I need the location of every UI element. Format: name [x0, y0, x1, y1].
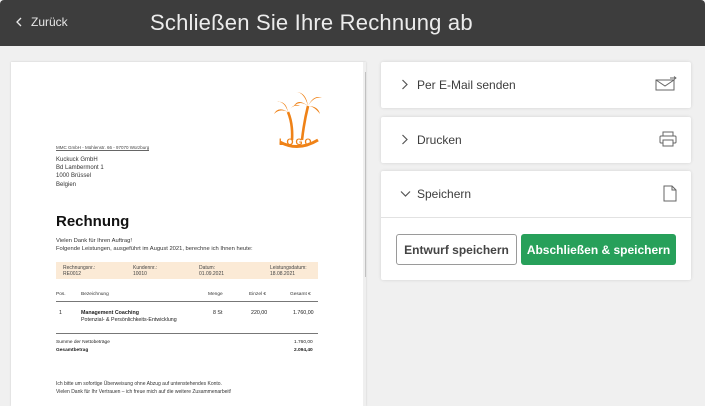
email-option[interactable]: Per E-Mail senden	[381, 62, 691, 108]
finalize-save-button[interactable]: Abschließen & speichern	[521, 234, 676, 265]
item-qty: 8 St	[213, 310, 223, 316]
recipient-line: 1000 Brüssel	[56, 173, 92, 180]
recipient-line: Belgien	[56, 181, 77, 188]
save-option[interactable]: Speichern	[381, 171, 691, 217]
gross-label: Gesamtbetrag	[56, 347, 89, 353]
net-label: Summe der Nettobeträge	[56, 340, 110, 345]
col-description: Bezeichnung	[81, 292, 109, 297]
back-link[interactable]: Zurück	[16, 15, 68, 29]
sum-labels: Summe der Nettobeträge Gesamtbetrag	[56, 339, 110, 355]
table-divider	[56, 333, 318, 334]
save-label: Speichern	[417, 187, 472, 201]
meta-customer-no: Kundennr.: 10010	[133, 265, 158, 277]
page-title: Schließen Sie Ihre Rechnung ab	[150, 10, 473, 35]
invoice-title: Rechnung	[56, 213, 130, 230]
invoice-preview[interactable]: LOGO MMC GmbH - Mühlenstr. 66 - 97070 Wü…	[11, 62, 366, 406]
col-pos: Pos.	[56, 292, 66, 297]
recipient-line: Kuckuck GmbH	[56, 157, 98, 163]
table-divider	[56, 301, 318, 302]
chevron-left-icon	[16, 17, 22, 27]
col-qty: Menge	[208, 292, 223, 297]
top-bar: Zurück Schließen Sie Ihre Rechnung ab	[0, 0, 705, 46]
document-icon	[663, 185, 677, 202]
chevron-right-icon	[402, 79, 408, 90]
net-value: 1.760,00	[294, 340, 313, 345]
item-name: Management Coaching	[81, 310, 139, 316]
item-pos: 1	[59, 310, 62, 316]
invoice-footer: Ich bitte um sofortige Überweisung ohne …	[56, 380, 231, 396]
meta-date: Datum: 01.09.2021	[199, 265, 225, 277]
email-label: Per E-Mail senden	[417, 78, 516, 92]
chevron-down-icon	[400, 191, 411, 197]
print-card[interactable]: Drucken	[381, 117, 691, 163]
item-detail: Potenzial- & Persönlichkeits-Entwicklung	[81, 317, 177, 323]
printer-icon	[659, 131, 677, 147]
item-description: Management Coaching Potenzial- & Persönl…	[81, 310, 177, 324]
meta-service-date: Leistungsdatum: 18.08.2021	[270, 265, 307, 277]
sum-values: 1.760,00 2.094,40	[294, 339, 313, 355]
print-option[interactable]: Drucken	[381, 117, 691, 163]
email-card[interactable]: Per E-Mail senden	[381, 62, 691, 108]
preview-scrollbar[interactable]	[363, 62, 366, 406]
intro-line: Vielen Dank für Ihren Auftrag!	[56, 238, 132, 244]
scrollbar-thumb[interactable]	[365, 72, 366, 277]
logo-text: LOGO	[279, 137, 314, 147]
save-card[interactable]: Speichern Entwurf speichern Abschließen …	[381, 171, 691, 280]
col-total: Gesamt €	[290, 292, 311, 297]
sender-line: MMC GmbH - Mühlenstr. 66 - 97070 Würzbur…	[56, 145, 150, 151]
recipient-address: Kuckuck GmbH Bd Lambermont 1 1000 Brüsse…	[56, 156, 104, 189]
gross-value: 2.094,40	[294, 347, 313, 353]
col-unit-price: Einzel €	[249, 292, 267, 297]
intro-line: Folgende Leistungen, ausgeführt im Augus…	[56, 245, 253, 252]
save-draft-button[interactable]: Entwurf speichern	[396, 234, 517, 265]
back-label: Zurück	[31, 15, 68, 29]
item-total: 1.760,00	[293, 310, 314, 316]
footer-line: Ich bitte um sofortige Überweisung ohne …	[56, 381, 222, 387]
recipient-line: Bd Lambermont 1	[56, 165, 104, 172]
footer-line: Vielen Dank für Ihr Vertrauen – ich freu…	[56, 389, 232, 395]
meta-invoice-no: Rechnungsnr.: RE0012	[63, 265, 96, 277]
save-buttons: Entwurf speichern Abschließen & speicher…	[381, 218, 691, 280]
print-label: Drucken	[417, 133, 462, 147]
item-unit-price: 220,00	[251, 310, 268, 316]
invoice-meta: Rechnungsnr.: RE0012 Kundennr.: 10010 Datu…	[56, 262, 318, 279]
invoice-intro: Vielen Dank für Ihren Auftrag! Folgende …	[56, 238, 253, 254]
chevron-right-icon	[402, 134, 408, 145]
envelope-icon	[655, 76, 677, 91]
